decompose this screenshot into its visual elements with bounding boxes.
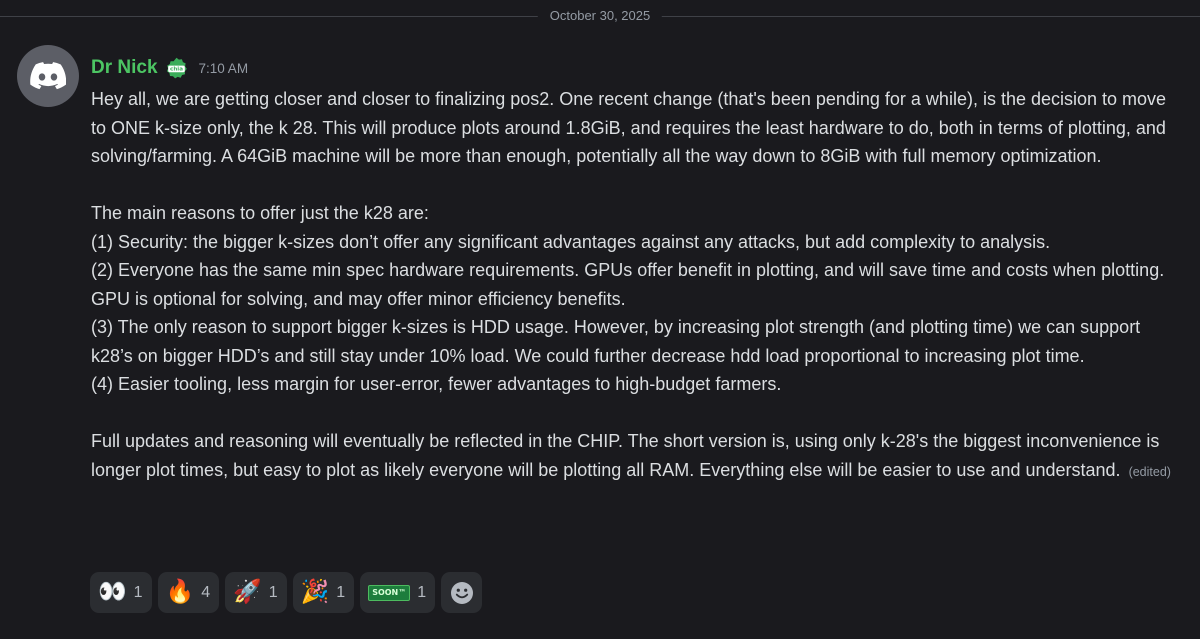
- reaction-fire[interactable]: 🔥 4: [157, 572, 220, 613]
- eyes-emoji-icon: 👀: [98, 579, 127, 605]
- reaction-count: 1: [133, 583, 143, 601]
- message-header: Dr Nick chia 7:10 AM: [91, 54, 248, 82]
- reaction-bar: 👀 1 🔥 4 🚀 1 🎉 1 SOON™ 1: [90, 572, 483, 613]
- chia-badge-icon[interactable]: chia: [165, 57, 188, 80]
- discord-logo-icon: [30, 62, 66, 90]
- message-paragraph-last: Full updates and reasoning will eventual…: [91, 427, 1181, 486]
- message-paragraph: The main reasons to offer just the k28 a…: [91, 203, 429, 223]
- message-paragraph: (3) The only reason to support bigger k-…: [91, 317, 1141, 366]
- message-view: October 30, 2025 Dr Nick chia 7:10 AM He…: [0, 0, 1200, 639]
- reaction-party-popper[interactable]: 🎉 1: [292, 572, 355, 613]
- reaction-soon[interactable]: SOON™ 1: [360, 572, 436, 613]
- message-paragraph: (1) Security: the bigger k-sizes don’t o…: [91, 231, 1051, 252]
- add-reaction-button[interactable]: [441, 572, 483, 613]
- message-content: Hey all, we are getting closer and close…: [91, 85, 1181, 486]
- reaction-count: 1: [268, 583, 278, 601]
- avatar[interactable]: [17, 45, 79, 107]
- message-paragraph: (2) Everyone has the same min spec hardw…: [91, 260, 1165, 309]
- reaction-rocket[interactable]: 🚀 1: [225, 572, 287, 613]
- message-paragraph: Hey all, we are getting closer and close…: [91, 89, 1167, 166]
- svg-text:chia: chia: [170, 66, 183, 72]
- soon-emoji-label: SOON™: [368, 584, 411, 601]
- party-popper-emoji-icon: 🎉: [300, 579, 330, 605]
- reaction-eyes[interactable]: 👀 1: [90, 572, 152, 613]
- soon-emoji-icon: SOON™: [368, 584, 411, 601]
- author-name[interactable]: Dr Nick: [91, 57, 158, 79]
- fire-emoji-icon: 🔥: [165, 579, 195, 605]
- message-paragraph: (4) Easier tooling, less margin for user…: [91, 374, 782, 394]
- reaction-count: 1: [417, 583, 427, 601]
- reaction-count: 1: [336, 583, 346, 601]
- date-divider-label: October 30, 2025: [537, 6, 663, 26]
- reaction-count: 4: [201, 583, 211, 601]
- rocket-emoji-icon: 🚀: [233, 579, 262, 605]
- edited-label: (edited): [1128, 464, 1171, 479]
- message-paragraph-text: Full updates and reasoning will eventual…: [91, 431, 1160, 480]
- message-timestamp[interactable]: 7:10 AM: [199, 61, 249, 76]
- smiley-face-icon: [450, 581, 473, 604]
